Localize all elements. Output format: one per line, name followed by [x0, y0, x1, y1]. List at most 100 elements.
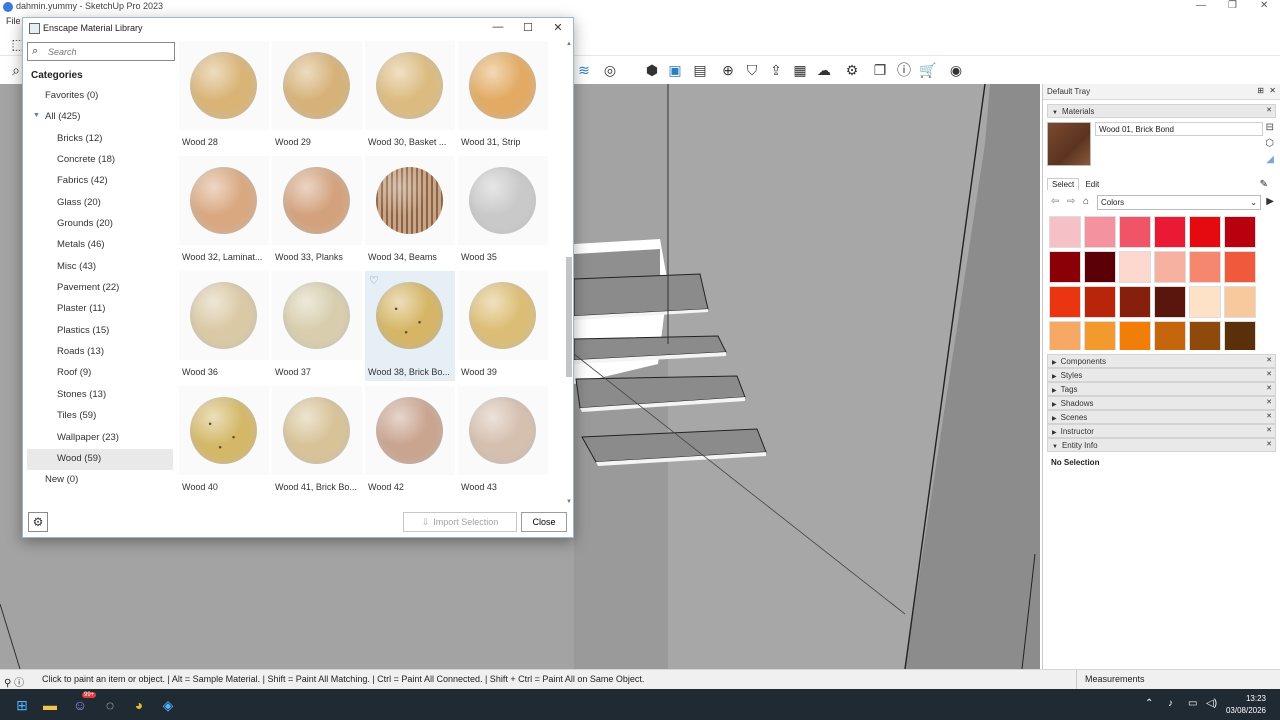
material-tile[interactable]: Wood 35 [458, 156, 548, 266]
discord-icon[interactable]: ☺ [70, 695, 90, 715]
menu-file[interactable]: File [6, 16, 21, 26]
materials-panel-header[interactable]: ▼ Materials ✕ [1047, 104, 1276, 118]
color-swatch[interactable] [1224, 321, 1256, 350]
panel-close-icon[interactable]: ✕ [1266, 356, 1272, 364]
scroll-down-icon[interactable]: ▼ [565, 499, 573, 505]
color-swatch[interactable] [1084, 251, 1116, 283]
color-swatch[interactable] [1154, 321, 1186, 350]
panel-close-icon[interactable]: ✕ [1266, 106, 1272, 114]
category-item[interactable]: Bricks (12) [27, 129, 173, 150]
panel-close-icon[interactable]: ✕ [1266, 426, 1272, 434]
category-item[interactable]: Wood (59) [27, 448, 173, 471]
color-swatch[interactable] [1049, 251, 1081, 283]
cart-icon[interactable]: 🛒 [918, 60, 938, 80]
library-icon[interactable]: ▣ [665, 60, 685, 80]
tray-panel-header[interactable]: ▶ Instructor ✕ [1047, 424, 1276, 438]
show-hidden-icon[interactable]: ⌃ [1145, 698, 1153, 709]
material-tile[interactable]: Wood 43 [458, 386, 548, 496]
category-item[interactable]: Glass (20) [27, 193, 173, 214]
material-tile[interactable]: Wood 41, Brick Bo... [272, 386, 362, 496]
color-swatch[interactable] [1084, 286, 1116, 318]
status-icons[interactable]: ⚲ ⓘ [4, 674, 24, 689]
panel-close-icon[interactable]: ✕ [1266, 412, 1272, 420]
color-swatch[interactable] [1154, 251, 1186, 283]
color-swatch[interactable] [1049, 216, 1081, 248]
display-secondary-icon[interactable]: ⊟ [1266, 122, 1274, 133]
material-tile[interactable]: Wood 33, Planks [272, 156, 362, 266]
default-material-icon[interactable]: ◢ [1266, 154, 1274, 165]
panel-close-icon[interactable]: ✕ [1266, 384, 1272, 392]
color-swatch[interactable] [1049, 321, 1081, 350]
measurements-box[interactable]: Measurements [1076, 670, 1153, 690]
color-swatch[interactable] [1084, 321, 1116, 350]
favorite-heart-icon[interactable]: ♡ [369, 274, 379, 287]
category-item[interactable]: Tiles (59) [27, 406, 173, 427]
material-tile[interactable]: Wood 42 [365, 386, 455, 496]
material-icon[interactable]: ⬢ [642, 60, 662, 80]
account-icon[interactable]: ◉ [946, 60, 966, 80]
color-swatch[interactable] [1084, 216, 1116, 248]
grid-scrollbar[interactable]: ▲ ▼ [565, 41, 573, 505]
library-select[interactable]: Colors ⌄ [1097, 195, 1261, 210]
create-material-icon[interactable]: ⬡ [1265, 138, 1274, 149]
tray-panel-header[interactable]: ▶ Shadows ✕ [1047, 396, 1276, 410]
color-swatch[interactable] [1154, 286, 1186, 318]
search-input[interactable] [48, 44, 172, 59]
close-button[interactable]: Close [521, 512, 567, 532]
dialog-minimize-icon[interactable]: — [490, 21, 506, 33]
back-icon[interactable]: ⇦ [1051, 196, 1059, 207]
enscape-sync-icon[interactable]: ≋ [574, 60, 594, 80]
category-item[interactable]: Metals (46) [27, 235, 173, 256]
color-swatch[interactable] [1189, 251, 1221, 283]
search-box[interactable]: ⌕ [27, 42, 175, 61]
category-item[interactable]: Plaster (11) [27, 299, 173, 320]
chrome-icon[interactable]: ◕ [129, 695, 149, 715]
forward-icon[interactable]: ⇨ [1067, 196, 1075, 207]
asset-icon[interactable]: ⛉ [742, 60, 762, 80]
category-item[interactable]: Roads (13) [27, 342, 173, 363]
material-tile[interactable]: Wood 29 [272, 41, 362, 151]
import-selection-button[interactable]: ⇩ Import Selection [403, 512, 517, 532]
category-item[interactable]: Plastics (15) [27, 321, 173, 342]
window-icon[interactable]: ❐ [870, 60, 890, 80]
minimize-icon[interactable]: — [1196, 0, 1206, 11]
category-item[interactable]: Favorites (0) [27, 86, 173, 107]
close-icon[interactable]: ✕ [1260, 0, 1268, 11]
color-swatch[interactable] [1224, 286, 1256, 318]
category-item[interactable]: Fabrics (42) [27, 171, 173, 192]
category-item[interactable]: Roof (9) [27, 363, 173, 384]
color-swatch[interactable] [1119, 216, 1151, 248]
category-item[interactable]: ▼ All (425) [27, 107, 173, 128]
steam-icon[interactable]: ◌ [100, 695, 120, 715]
category-item[interactable]: Concrete (18) [27, 150, 173, 171]
material-tile[interactable]: Wood 39 [458, 271, 548, 381]
volume-icon[interactable]: ◁) [1206, 698, 1217, 709]
sketchup-icon[interactable]: ◈ [158, 695, 178, 715]
category-item[interactable]: Wallpaper (23) [27, 428, 173, 449]
color-swatch[interactable] [1049, 286, 1081, 318]
tray-panel-header[interactable]: ▶ Styles ✕ [1047, 368, 1276, 382]
cloud-icon[interactable]: ☁ [814, 60, 834, 80]
tab-select[interactable]: Select [1047, 178, 1080, 190]
sample-paint-icon[interactable]: ✎ [1256, 178, 1272, 191]
clock[interactable]: 13:23 03/08/2026 [1226, 693, 1266, 717]
video-icon[interactable]: ▤ [690, 60, 710, 80]
material-tile[interactable]: Wood 28 [179, 41, 269, 151]
color-swatch[interactable] [1189, 321, 1221, 350]
category-item[interactable]: Pavement (22) [27, 278, 173, 299]
tab-edit[interactable]: Edit [1081, 179, 1103, 190]
add-icon[interactable]: ⊕ [718, 60, 738, 80]
category-item[interactable]: New (0) [27, 470, 173, 491]
material-tile[interactable]: Wood 34, Beams [365, 156, 455, 266]
panel-close-icon[interactable]: ✕ [1266, 398, 1272, 406]
start-icon[interactable]: ⊞ [12, 695, 32, 715]
category-item[interactable]: Stones (13) [27, 385, 173, 406]
tray-close-icon[interactable]: ✕ [1269, 86, 1276, 95]
user-icon[interactable]: ◎ [600, 60, 620, 80]
tray-panel-header[interactable]: ▶ Tags ✕ [1047, 382, 1276, 396]
material-tile[interactable]: ♡ Wood 38, Brick Bo... [365, 271, 455, 381]
info-icon[interactable]: ⓘ [894, 60, 914, 80]
color-swatch[interactable] [1119, 321, 1151, 350]
dialog-title-bar[interactable]: Enscape Material Library — ☐ ✕ [23, 18, 573, 40]
tray-panel-header[interactable]: ▶ Components ✕ [1047, 354, 1276, 368]
